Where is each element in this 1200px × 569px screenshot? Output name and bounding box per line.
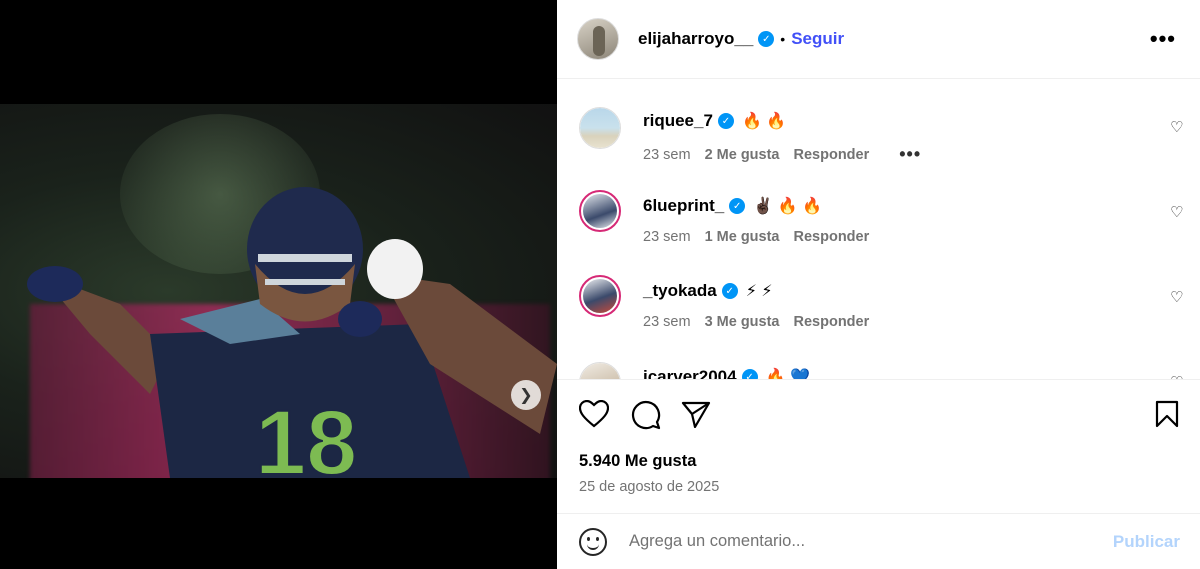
- post-actions: 5.940 Me gusta 25 de agosto de 2025: [557, 379, 1200, 513]
- comment-like-heart-icon[interactable]: ♡: [1170, 205, 1184, 220]
- carousel-next-button[interactable]: ❯: [511, 380, 541, 410]
- comment-username[interactable]: _tyokada: [643, 281, 717, 301]
- verified-badge-icon: ✓: [721, 283, 738, 299]
- comment-likes-count[interactable]: 3 Me gusta: [705, 314, 780, 330]
- more-options-icon[interactable]: •••: [1150, 26, 1176, 52]
- save-bookmark-icon[interactable]: [1155, 400, 1179, 433]
- comment-text: 🔥 💙: [765, 369, 810, 379]
- svg-text:18: 18: [255, 392, 357, 478]
- comment-text: ✌🏿 🔥 🔥: [753, 198, 822, 215]
- comment-time[interactable]: 23 sem: [643, 229, 691, 245]
- comment-avatar[interactable]: [579, 190, 621, 232]
- comment-bubble-icon[interactable]: [631, 400, 661, 435]
- reply-button[interactable]: Responder: [794, 229, 870, 245]
- header-separator: •: [780, 31, 786, 47]
- post-media-pane: 18 ❯: [0, 0, 557, 569]
- comment-composer: Publicar: [557, 513, 1200, 569]
- author-avatar[interactable]: [577, 18, 619, 60]
- post-detail-panel: elijaharroyo__ ✓ • Seguir ••• riquee_7 ✓…: [557, 0, 1200, 569]
- comment-item: jcarver2004 ✓ 🔥 💙 ♡: [557, 79, 1200, 379]
- football-player-figure: 18: [27, 187, 557, 478]
- comment-input[interactable]: [629, 532, 1099, 551]
- post-date[interactable]: 25 de agosto de 2025: [579, 479, 719, 495]
- post-header: elijaharroyo__ ✓ • Seguir •••: [557, 0, 1200, 79]
- verified-badge-icon: ✓: [729, 198, 746, 214]
- share-paper-plane-icon[interactable]: [681, 400, 711, 433]
- comment-text: ⚡ ⚡: [745, 283, 773, 300]
- comment-avatar[interactable]: [579, 362, 621, 379]
- comment-like-heart-icon[interactable]: ♡: [1170, 290, 1184, 305]
- like-heart-icon[interactable]: [578, 399, 610, 433]
- post-photo[interactable]: 18 ❯: [0, 104, 557, 478]
- author-username[interactable]: elijaharroyo__: [638, 29, 753, 49]
- post-likes-count[interactable]: 5.940 Me gusta: [579, 452, 696, 471]
- emoji-smiley-icon[interactable]: [579, 527, 607, 556]
- comment-avatar[interactable]: [579, 275, 621, 317]
- comments-list[interactable]: riquee_7 ✓ 🔥 🔥 23 sem 2 Me gusta Respond…: [557, 79, 1200, 379]
- follow-button[interactable]: Seguir: [791, 29, 844, 49]
- reply-button[interactable]: Responder: [794, 314, 870, 330]
- verified-badge-icon: ✓: [758, 31, 775, 47]
- verified-badge-icon: ✓: [741, 369, 758, 379]
- publish-button[interactable]: Publicar: [1113, 532, 1180, 552]
- comment-username[interactable]: jcarver2004: [643, 367, 737, 379]
- comment-time[interactable]: 23 sem: [643, 314, 691, 330]
- comment-likes-count[interactable]: 1 Me gusta: [705, 229, 780, 245]
- comment-username[interactable]: 6lueprint_: [643, 196, 724, 216]
